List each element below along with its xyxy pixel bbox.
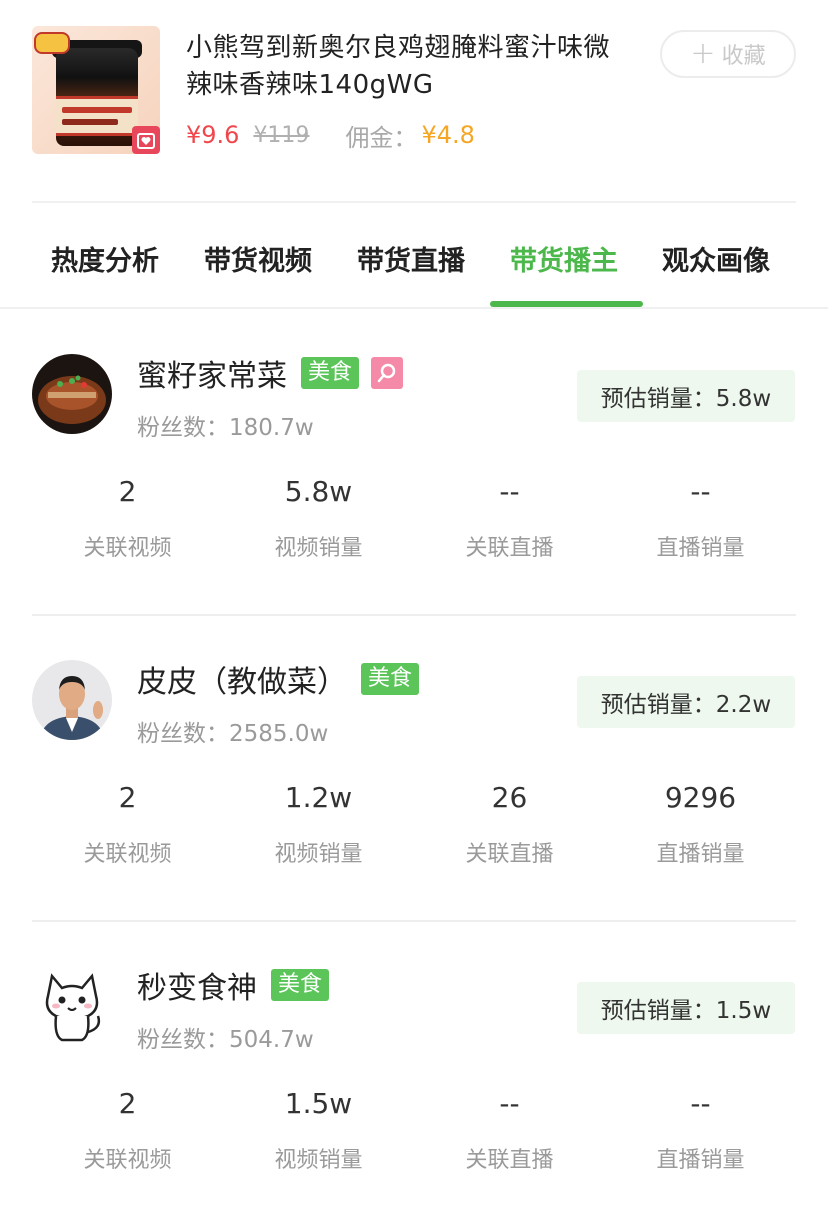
stat-label: 关联视频 xyxy=(83,1148,172,1173)
category-tag: 美食 xyxy=(271,969,330,1001)
stat-label: 关联直播 xyxy=(465,1148,554,1173)
product-header: 小熊驾到新奥尔良鸡翅腌料蜜汁味微辣味香辣味140gWG ¥9.6 ¥119 佣金… xyxy=(0,0,828,202)
stat-value: 2 xyxy=(118,475,137,508)
tab-sales-streamers[interactable]: 带货播主 xyxy=(510,239,618,278)
tab-sales-videos[interactable]: 带货视频 xyxy=(204,239,312,278)
search-badge-icon xyxy=(371,357,404,389)
stat-video-sales: 1.5w 视频销量 xyxy=(223,1086,414,1174)
streamer-name[interactable]: 秒变食神 xyxy=(137,963,257,1007)
stat-label: 直播销量 xyxy=(656,1148,745,1173)
heart-badge-icon xyxy=(132,126,160,154)
stat-live-sales: -- 直播销量 xyxy=(605,474,796,562)
stat-value: 1.5w xyxy=(284,1087,353,1120)
price-row: ¥9.6 ¥119 佣金： ¥4.8 xyxy=(186,118,475,152)
streamer-name[interactable]: 皮皮（教做菜） xyxy=(137,657,347,701)
avatar[interactable] xyxy=(32,660,112,740)
stat-value: -- xyxy=(690,475,711,508)
streamer-name[interactable]: 蜜籽家常菜 xyxy=(137,351,287,395)
stat-label: 直播销量 xyxy=(656,536,745,561)
stat-label: 关联视频 xyxy=(83,842,172,867)
avatar[interactable] xyxy=(32,966,112,1046)
streamer-card[interactable]: 秒变食神 美食 粉丝数：504.7w 预估销量：1.5w 2 关联视频 1.5w… xyxy=(0,922,828,1205)
stat-value: 2 xyxy=(118,781,137,814)
stat-label: 视频销量 xyxy=(274,1148,363,1173)
fans-count: 粉丝数：180.7w xyxy=(137,415,314,441)
stats-row: 2 关联视频 1.5w 视频销量 -- 关联直播 -- 直播销量 xyxy=(32,1086,796,1196)
original-price: ¥119 xyxy=(253,122,310,148)
tab-bar: 热度分析 带货视频 带货直播 带货播主 观众画像 xyxy=(0,203,828,309)
stat-value: 26 xyxy=(491,781,528,814)
stat-label: 视频销量 xyxy=(274,842,363,867)
stat-label: 关联视频 xyxy=(83,536,172,561)
stats-row: 2 关联视频 1.2w 视频销量 26 关联直播 9296 直播销量 xyxy=(32,780,796,890)
category-tag: 美食 xyxy=(361,663,420,695)
stat-label: 直播销量 xyxy=(656,842,745,867)
stat-value: 1.2w xyxy=(284,781,353,814)
stat-label: 关联直播 xyxy=(465,536,554,561)
tab-audience-profile[interactable]: 观众画像 xyxy=(662,239,770,278)
fans-count: 粉丝数：2585.0w xyxy=(137,721,329,747)
category-tag: 美食 xyxy=(301,357,360,389)
fans-count: 粉丝数：504.7w xyxy=(137,1027,314,1053)
stat-value: -- xyxy=(499,1087,520,1120)
price: ¥9.6 xyxy=(186,121,240,149)
stat-related-videos: 2 关联视频 xyxy=(32,1086,223,1174)
commission-label: 佣金： xyxy=(345,123,418,152)
estimated-sales: 预估销量：1.5w xyxy=(577,982,795,1034)
name-row: 蜜籽家常菜 美食 xyxy=(137,351,404,395)
favorite-label: 收藏 xyxy=(721,44,766,69)
estimated-sales: 预估销量：2.2w xyxy=(577,676,795,728)
stat-value: 2 xyxy=(118,1087,137,1120)
stat-label: 视频销量 xyxy=(274,536,363,561)
product-title: 小熊驾到新奥尔良鸡翅腌料蜜汁味微辣味香辣味140gWG xyxy=(186,33,611,100)
stat-live-sales: -- 直播销量 xyxy=(605,1086,796,1174)
stat-value: -- xyxy=(499,475,520,508)
stat-value: 9296 xyxy=(664,781,737,814)
active-tab-indicator xyxy=(490,301,643,307)
commission-value: ¥4.8 xyxy=(421,121,475,149)
plus-icon: + xyxy=(690,36,716,71)
stats-row: 2 关联视频 5.8w 视频销量 -- 关联直播 -- 直播销量 xyxy=(32,474,796,584)
stat-related-live: -- 关联直播 xyxy=(414,474,605,562)
avatar[interactable] xyxy=(32,354,112,434)
favorite-button[interactable]: + 收藏 xyxy=(660,30,796,78)
tab-sales-live[interactable]: 带货直播 xyxy=(357,239,465,278)
stat-related-videos: 2 关联视频 xyxy=(32,780,223,868)
tab-heat-analysis[interactable]: 热度分析 xyxy=(51,239,159,278)
stat-related-live: -- 关联直播 xyxy=(414,1086,605,1174)
streamer-card[interactable]: 皮皮（教做菜） 美食 粉丝数：2585.0w 预估销量：2.2w 2 关联视频 … xyxy=(0,616,828,922)
stat-video-sales: 5.8w 视频销量 xyxy=(223,474,414,562)
estimated-sales: 预估销量：5.8w xyxy=(577,370,795,422)
streamer-card[interactable]: 蜜籽家常菜 美食 粉丝数：180.7w 预估销量：5.8w 2 关联视频 5.8… xyxy=(0,310,828,616)
jar-label xyxy=(56,96,138,136)
stat-video-sales: 1.2w 视频销量 xyxy=(223,780,414,868)
stat-label: 关联直播 xyxy=(465,842,554,867)
name-row: 皮皮（教做菜） 美食 xyxy=(137,657,420,701)
stat-value: 5.8w xyxy=(284,475,353,508)
stat-live-sales: 9296 直播销量 xyxy=(605,780,796,868)
stat-related-live: 26 关联直播 xyxy=(414,780,605,868)
stat-related-videos: 2 关联视频 xyxy=(32,474,223,562)
name-row: 秒变食神 美食 xyxy=(137,963,330,1007)
brand-logo xyxy=(34,32,70,54)
stat-value: -- xyxy=(690,1087,711,1120)
